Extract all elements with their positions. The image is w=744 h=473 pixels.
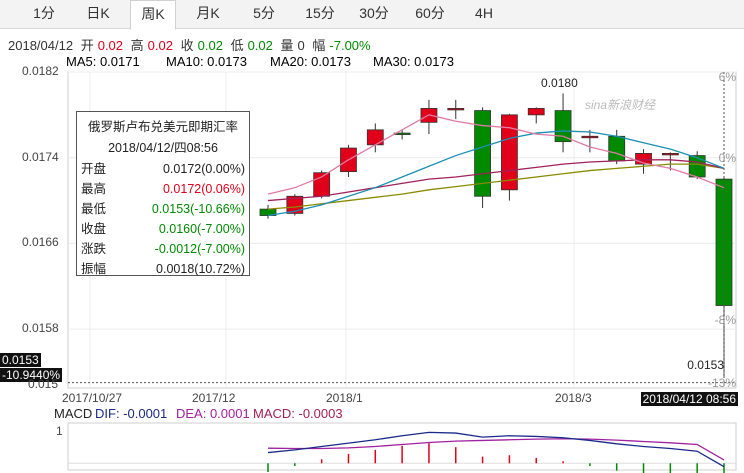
candle-body [581, 135, 599, 139]
pct-tick-label: -8% [714, 313, 736, 327]
tooltip-datetime: 2018/04/12/四08:56 [108, 141, 218, 155]
tooltip-key: 最低 [81, 202, 107, 216]
candle-body [366, 129, 384, 146]
pct-tick-label: -13% [707, 376, 736, 390]
ma30-line [267, 163, 725, 210]
candle-body [715, 178, 733, 306]
macd-name: MACD [54, 406, 93, 421]
candle-body [447, 108, 465, 111]
tooltip-value: 0.0172(0.00%) [162, 162, 245, 176]
ma10-line [267, 130, 725, 217]
peak-price-label: 0.0180 [541, 76, 578, 91]
candle-body [501, 114, 518, 191]
tooltip-row: 开盘 0.0172(0.00%) [77, 159, 249, 179]
candle-body [527, 108, 545, 116]
tooltip-value: 0.0160(-7.00%) [158, 222, 245, 236]
crosshair-price-badge: 0.0153 [0, 353, 41, 367]
tooltip-row: 最高 0.0172(0.06%) [77, 179, 249, 199]
macd-dea-line [267, 438, 725, 461]
tooltip-key: 最高 [81, 182, 107, 196]
pct-tick-label: 0% [718, 151, 736, 165]
y-tick-label: 0.0158 [22, 321, 59, 336]
candle-tooltip: 俄罗斯卢布兑美元即期汇率 2018/04/12/四08:56 开盘 0.0172(… [76, 111, 250, 276]
y-tick-label: 0.0166 [22, 235, 59, 250]
tooltip-key: 收盘 [81, 222, 107, 236]
macd-tick-label: 1 [56, 424, 63, 438]
tooltip-key: 振幅 [81, 262, 107, 276]
macd-value: MACD: -0.0003 [253, 406, 343, 421]
tooltip-value: -0.0012(-7.00%) [154, 242, 245, 256]
tooltip-key: 开盘 [81, 162, 107, 176]
sina-watermark: sina新浪财经 [585, 98, 656, 112]
candle-body [608, 135, 626, 162]
y-tick-label: 0.0182 [22, 64, 59, 78]
x-axis-label: 2017/10/27 [62, 391, 123, 405]
y-tick-label-partial: 0.015 [28, 377, 59, 391]
candle-body [661, 153, 679, 156]
tooltip-title: 俄罗斯卢布兑美元即期汇率 [87, 120, 238, 134]
y-tick-label: 0.0174 [22, 149, 59, 164]
x-axis-label: 2018/1 [326, 391, 363, 405]
tooltip-row: 振幅 0.0018(10.72%) [77, 259, 249, 279]
crosshair-time-badge: 2018/04/12 08:56 [640, 392, 738, 406]
macd-dif-line [267, 431, 725, 468]
tooltip-value: 0.0018(10.72%) [156, 262, 245, 276]
tooltip-row: 最低 0.0153(-10.66%) [77, 199, 249, 219]
pct-tick-label: 6% [718, 70, 736, 84]
crosshair-right-price: 0.0153 [687, 358, 724, 372]
tooltip-value: 0.0153(-10.66%) [151, 202, 245, 216]
tooltip-row: 收盘 0.0160(-7.00%) [77, 219, 249, 239]
tooltip-key: 涨跌 [81, 242, 107, 256]
tooltip-value: 0.0172(0.06%) [162, 182, 245, 196]
x-axis-label: 2018/3 [555, 391, 592, 405]
candle-body [688, 155, 706, 178]
macd-dif: DIF: -0.0001 [95, 406, 168, 421]
macd-dea: DEA: 0.0001 [176, 406, 250, 421]
tooltip-row: 涨跌 -0.0012(-7.00%) [77, 239, 249, 259]
x-axis-label: 2017/12 [192, 391, 236, 405]
